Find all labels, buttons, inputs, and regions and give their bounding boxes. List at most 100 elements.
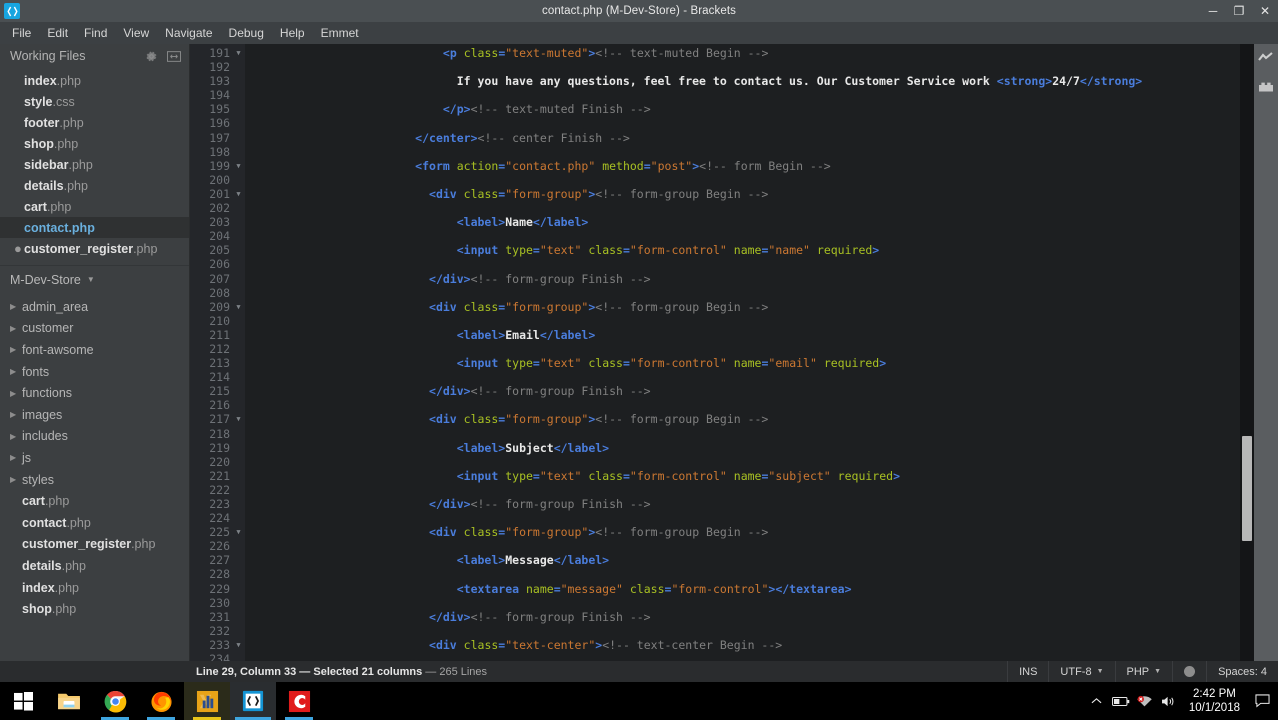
- extension-manager-icon[interactable]: [1254, 72, 1278, 100]
- working-file-shop[interactable]: shop .php: [0, 133, 189, 154]
- tree-folder-styles[interactable]: ▶ styles: [0, 469, 189, 491]
- code-line[interactable]: 213 <input type="text" class="form-contr…: [190, 356, 1254, 370]
- fold-toggle-icon[interactable]: ▼: [232, 638, 245, 652]
- working-file-index[interactable]: index .php: [0, 70, 189, 91]
- code-line[interactable]: 218: [190, 427, 1254, 441]
- code-line[interactable]: 194: [190, 88, 1254, 102]
- code-line[interactable]: 219 <label>Subject</label>: [190, 441, 1254, 455]
- tree-folder-customer[interactable]: ▶ customer: [0, 318, 189, 340]
- tree-folder-functions[interactable]: ▶ functions: [0, 382, 189, 404]
- code-line[interactable]: 195 </p><!-- text-muted Finish -->: [190, 102, 1254, 116]
- code-line[interactable]: 222: [190, 483, 1254, 497]
- working-file-details[interactable]: details .php: [0, 175, 189, 196]
- code-line[interactable]: 227 <label>Message</label>: [190, 553, 1254, 567]
- working-file-style[interactable]: style .css: [0, 91, 189, 112]
- working-file-contact[interactable]: contact .php: [0, 217, 189, 238]
- code-line[interactable]: 193 If you have any questions, feel free…: [190, 74, 1254, 88]
- project-root-header[interactable]: M-Dev-Store ▼: [0, 265, 189, 293]
- live-preview-icon[interactable]: [1254, 44, 1278, 72]
- brackets-button[interactable]: [230, 682, 276, 720]
- menu-debug[interactable]: Debug: [221, 23, 272, 43]
- tree-folder-images[interactable]: ▶ images: [0, 404, 189, 426]
- code-line[interactable]: 207 </div><!-- form-group Finish -->: [190, 272, 1254, 286]
- insert-mode-button[interactable]: INS: [1007, 661, 1048, 682]
- fold-toggle-icon[interactable]: ▼: [232, 187, 245, 201]
- minimize-button[interactable]: ─: [1200, 0, 1226, 22]
- taskbar-clock[interactable]: 2:42 PM 10/1/2018: [1181, 682, 1248, 720]
- code-editor[interactable]: 191 ▼ <p class="text-muted"><!-- text-mut…: [190, 44, 1254, 672]
- fold-toggle-icon[interactable]: ▼: [232, 46, 245, 60]
- fold-toggle-icon[interactable]: ▼: [232, 159, 245, 173]
- tree-file-cart[interactable]: cart .php: [0, 490, 189, 512]
- code-line[interactable]: 233 ▼ <div class="text-center"><!-- text-…: [190, 638, 1254, 652]
- code-line[interactable]: 198: [190, 145, 1254, 159]
- tree-file-details[interactable]: details .php: [0, 555, 189, 577]
- lint-status-button[interactable]: [1172, 661, 1206, 682]
- code-line[interactable]: 206: [190, 257, 1254, 271]
- code-line[interactable]: 225 ▼ <div class="form-group"><!-- form-g…: [190, 525, 1254, 539]
- firefox-button[interactable]: [138, 682, 184, 720]
- fold-toggle-icon[interactable]: ▼: [232, 300, 245, 314]
- tree-folder-font-awsome[interactable]: ▶ font-awsome: [0, 339, 189, 361]
- tree-file-shop[interactable]: shop .php: [0, 598, 189, 620]
- tree-file-customer_register[interactable]: customer_register .php: [0, 534, 189, 556]
- encoding-selector[interactable]: UTF-8 ▼: [1048, 661, 1114, 682]
- menu-find[interactable]: Find: [76, 23, 115, 43]
- indent-setting-button[interactable]: Spaces: 4: [1206, 661, 1278, 682]
- code-line[interactable]: 205 <input type="text" class="form-contr…: [190, 243, 1254, 257]
- code-line[interactable]: 214: [190, 370, 1254, 384]
- speaker-icon[interactable]: [1157, 682, 1181, 720]
- chrome-button[interactable]: [92, 682, 138, 720]
- code-line[interactable]: 192: [190, 60, 1254, 74]
- codeblocks-button[interactable]: [276, 682, 322, 720]
- editor-vertical-scrollbar[interactable]: [1240, 44, 1254, 672]
- working-file-customer-register[interactable]: ● customer_register .php: [0, 238, 189, 259]
- code-line[interactable]: 197 </center><!-- center Finish -->: [190, 131, 1254, 145]
- code-line[interactable]: 209 ▼ <div class="form-group"><!-- form-g…: [190, 300, 1254, 314]
- code-line[interactable]: 203 <label>Name</label>: [190, 215, 1254, 229]
- code-line[interactable]: 216: [190, 398, 1254, 412]
- menu-help[interactable]: Help: [272, 23, 313, 43]
- battery-icon[interactable]: [1109, 682, 1133, 720]
- code-line[interactable]: 199 ▼ <form action="contact.php" method="…: [190, 159, 1254, 173]
- code-line[interactable]: 226: [190, 539, 1254, 553]
- fold-toggle-icon[interactable]: ▼: [232, 525, 245, 539]
- code-line[interactable]: 217 ▼ <div class="form-group"><!-- form-g…: [190, 412, 1254, 426]
- code-line[interactable]: 196: [190, 116, 1254, 130]
- gear-icon[interactable]: [145, 50, 158, 63]
- restore-button[interactable]: ❐: [1226, 0, 1252, 22]
- code-line[interactable]: 215 </div><!-- form-group Finish -->: [190, 384, 1254, 398]
- scrollbar-thumb[interactable]: [1242, 436, 1252, 541]
- working-file-sidebar[interactable]: sidebar .php: [0, 154, 189, 175]
- menu-emmet[interactable]: Emmet: [313, 23, 367, 43]
- action-center-icon[interactable]: [1248, 682, 1276, 720]
- code-line[interactable]: 221 <input type="text" class="form-contr…: [190, 469, 1254, 483]
- code-line[interactable]: 212: [190, 342, 1254, 356]
- tree-folder-js[interactable]: ▶ js: [0, 447, 189, 469]
- menu-file[interactable]: File: [4, 23, 39, 43]
- close-button[interactable]: ✕: [1252, 0, 1278, 22]
- tree-file-index[interactable]: index .php: [0, 577, 189, 599]
- code-line[interactable]: 232: [190, 624, 1254, 638]
- tree-file-contact[interactable]: contact .php: [0, 512, 189, 534]
- code-line[interactable]: 228: [190, 567, 1254, 581]
- code-line[interactable]: 208: [190, 286, 1254, 300]
- wifi-disconnected-icon[interactable]: [1133, 682, 1157, 720]
- file-explorer-button[interactable]: [46, 682, 92, 720]
- code-line[interactable]: 211 <label>Email</label>: [190, 328, 1254, 342]
- menu-view[interactable]: View: [115, 23, 157, 43]
- tree-folder-admin_area[interactable]: ▶ admin_area: [0, 296, 189, 318]
- code-line[interactable]: 224: [190, 511, 1254, 525]
- fold-toggle-icon[interactable]: ▼: [232, 412, 245, 426]
- code-line[interactable]: 191 ▼ <p class="text-muted"><!-- text-mut…: [190, 46, 1254, 60]
- language-selector[interactable]: PHP ▼: [1114, 661, 1173, 682]
- code-content[interactable]: 191 ▼ <p class="text-muted"><!-- text-mut…: [190, 44, 1254, 672]
- code-line[interactable]: 204: [190, 229, 1254, 243]
- code-line[interactable]: 201 ▼ <div class="form-group"><!-- form-g…: [190, 187, 1254, 201]
- xampp-button[interactable]: [184, 682, 230, 720]
- menu-edit[interactable]: Edit: [39, 23, 76, 43]
- chevron-up-icon[interactable]: [1085, 682, 1109, 720]
- start-button[interactable]: [0, 682, 46, 720]
- cursor-position-info[interactable]: Line 29, Column 33 — Selected 21 columns…: [190, 666, 1007, 678]
- code-line[interactable]: 230: [190, 596, 1254, 610]
